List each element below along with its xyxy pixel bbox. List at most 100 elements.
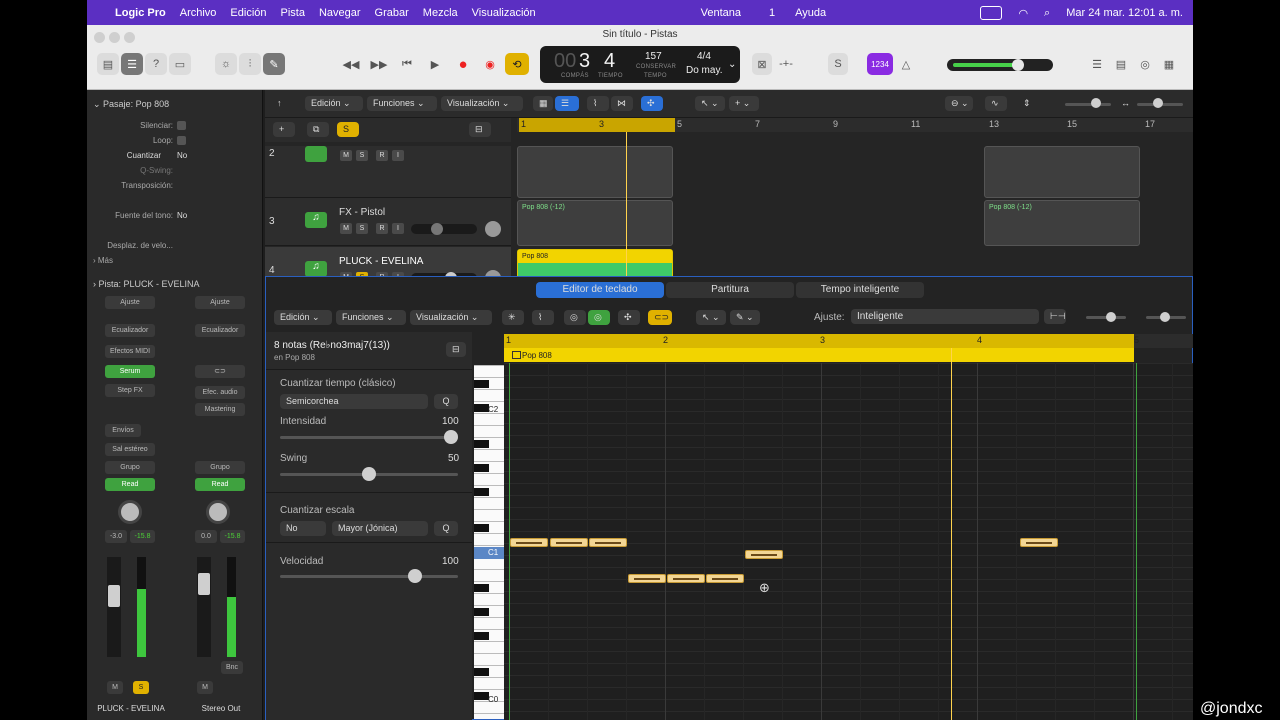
audio-fx-button[interactable]: Efec. audio [195,386,245,399]
tracks-functions-menu[interactable]: Funciones ⌄ [367,96,437,111]
midi-note[interactable] [706,574,744,583]
fader-1[interactable] [107,557,121,657]
count-in-button[interactable]: 1234 [867,53,893,75]
region-inspector-header[interactable]: ⌄ Pasaje: Pop 808 [93,99,169,110]
secondary-tool-menu[interactable]: + ⌄ [729,96,759,111]
track-2-mute[interactable]: M [340,150,352,161]
more-options-menu[interactable]: ⊖ ⌄ [945,96,973,111]
editor-pencil-tool[interactable]: ✎ ⌄ [730,310,760,325]
stepfx-plugin-slot[interactable]: Step FX [105,384,155,397]
menu-edicion[interactable]: Edición [230,7,266,19]
waveform-zoom-button[interactable]: ∿ [985,96,1007,111]
editor-view-menu[interactable]: Visualización ⌄ [410,310,492,325]
solo-toggle-button[interactable]: S [828,53,848,75]
more-toggle[interactable]: › Más [93,256,113,265]
library-button[interactable]: ▤ [97,53,119,75]
mixer-button[interactable]: ⫶ [239,53,261,75]
track-3-volume[interactable] [411,223,477,235]
record-button[interactable]: ● [451,53,475,75]
editor-region-bar[interactable]: Pop 808 [504,348,1134,362]
track-3-mute[interactable]: M [340,223,352,234]
midi-note[interactable] [550,538,588,547]
list-editors-button[interactable]: ☰ [1087,53,1107,75]
track-3-record[interactable]: R [376,223,388,234]
pan-knob-1[interactable] [118,500,142,524]
master-volume-slider[interactable] [947,59,1053,71]
mute-button-strip-2[interactable]: M [197,681,213,694]
capture-record-button[interactable]: ◉ [478,53,502,75]
inspector-button[interactable]: ☰ [121,53,143,75]
track-header-3[interactable]: 3 ♫ FX - Pistol M S R I [265,198,511,246]
midi-note[interactable] [589,538,627,547]
smart-controls-button[interactable]: ☼ [215,53,237,75]
duplicate-track-button[interactable]: ⧉ [307,122,329,137]
menu-mezcla[interactable]: Mezcla [423,7,458,19]
serum-plugin-slot[interactable]: Serum [105,365,155,378]
forward-button[interactable]: ▶▶ [367,53,391,75]
quantize-value[interactable]: No [177,151,187,160]
vertical-zoom-icon[interactable]: ⇕ [1017,96,1035,111]
editor-zoom-fit-button[interactable]: ⊢⊣ [1044,309,1066,324]
track-2-solo[interactable]: S [356,150,368,161]
menu-navegar[interactable]: Navegar [319,7,361,19]
region-track3-b[interactable]: Pop 808 (-12) [984,200,1140,246]
track-inspector-header[interactable]: › Pista: PLUCK - EVELINA [93,279,200,289]
playhead-tracks[interactable] [626,132,627,276]
tuner-button[interactable]: -+- [776,53,796,75]
menu-ventana[interactable]: Ventana [701,7,741,19]
track-2-record[interactable]: R [376,150,388,161]
midi-fx-button[interactable]: Efectos MIDI [105,345,155,358]
track-header-2[interactable]: 2 M S R I [265,146,511,198]
midi-note[interactable] [667,574,705,583]
tab-score[interactable]: Partitura [666,282,794,298]
wifi-icon[interactable]: ◠ [1018,7,1028,20]
pointer-tool-menu[interactable]: ↖ ⌄ [695,96,725,111]
piano-keyboard[interactable] [474,365,504,719]
midi-note[interactable] [628,574,666,583]
control-center-icon[interactable] [980,6,1003,20]
automation-read-2[interactable]: Read [195,478,245,491]
ajuste-button-2[interactable]: Ajuste [195,296,245,309]
metronome-icon[interactable]: △ [895,53,917,75]
snap-select[interactable]: Inteligente [851,309,1039,324]
velocity-slider[interactable] [280,575,458,578]
search-icon[interactable]: ⌕ [1044,6,1050,20]
rewind-button[interactable]: ◀◀ [339,53,363,75]
group-button-1[interactable]: Grupo [105,461,155,474]
global-solo-button[interactable]: S [337,122,359,137]
output-button-1[interactable]: Sal estéreo [105,443,155,456]
mute-checkbox[interactable] [177,121,186,130]
tone-source-value[interactable]: No [177,211,187,220]
eq-button-1[interactable]: Ecualizador [105,324,155,337]
menu-archivo[interactable]: Archivo [180,7,217,19]
chevron-down-icon[interactable]: ⌄ [728,59,736,70]
quick-help-button[interactable]: ? [145,53,167,75]
region-icon-button[interactable]: ⊟ [446,342,466,357]
menu-pista[interactable]: Pista [281,7,305,19]
automation-read-1[interactable]: Read [105,478,155,491]
scale-mode-select[interactable]: Mayor (Jónica) [332,521,428,536]
lcd-display[interactable]: 00 3 4 COMPÁS TIEMPO 157 CONSERVAR TEMPO… [540,46,740,83]
midi-note[interactable] [510,538,548,547]
cycle-button[interactable]: ⟲ [505,53,529,75]
tracks-back-button[interactable]: ↑ [271,96,293,111]
replace-button[interactable]: ⊠ [752,53,772,75]
play-button[interactable]: ▶ [423,53,447,75]
automation-editor-button[interactable]: ⌇ [532,310,554,325]
tracks-ruler[interactable]: 1 3 5 7 9 11 13 15 17 [517,118,1193,132]
tracks-view-menu[interactable]: Visualización ⌄ [441,96,523,111]
menu-ayuda[interactable]: Ayuda [795,7,826,19]
quantize-value-select[interactable]: Semicorchea [280,394,428,409]
editor-pointer-tool[interactable]: ↖ ⌄ [696,310,726,325]
list-view-button[interactable]: ☰ [555,96,579,111]
automation-button[interactable]: ⌇ [587,96,609,111]
horizontal-zoom-icon[interactable]: ↔ [1115,96,1133,111]
playhead-editor[interactable] [951,348,952,720]
go-to-start-button[interactable]: ⏮ [395,53,419,75]
editors-button[interactable]: ✎ [263,53,285,75]
track-options-button[interactable]: ⊟ [469,122,491,137]
editor-ruler[interactable]: 1 2 3 4 5 [504,334,1193,348]
midi-draw-button[interactable]: ◎ [564,310,586,325]
midi-out-button[interactable]: ◎ [588,310,610,325]
add-track-button[interactable]: + [273,122,295,137]
